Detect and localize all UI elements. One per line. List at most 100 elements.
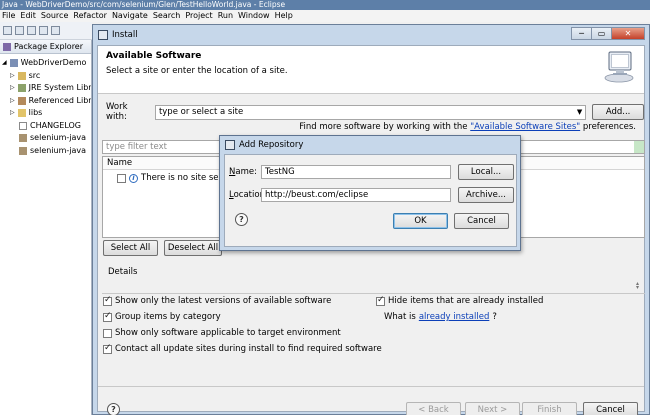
menu-source[interactable]: Source — [41, 10, 73, 22]
tree-item-changelog[interactable]: CHANGELOG — [0, 120, 91, 133]
name-label-rest: ame: — [235, 167, 257, 177]
option-latest-versions[interactable]: Show only the latest versions of availab… — [103, 295, 332, 306]
package-explorer: Package Explorer ◢ WebDriverDemo ▷ src ▷… — [0, 40, 92, 415]
option-hide-installed[interactable]: Hide items that are already installed — [376, 295, 544, 306]
tree-item-referenced[interactable]: ▷ Referenced Libraries — [0, 95, 91, 108]
add-site-button[interactable]: Add... — [592, 104, 644, 120]
clear-filter-icon[interactable] — [634, 141, 644, 153]
menu-search[interactable]: Search — [153, 10, 185, 22]
find-more-suffix: preferences. — [580, 122, 636, 132]
window-controls: ─ ▭ ✕ — [571, 27, 645, 40]
select-all-button[interactable]: Select All — [103, 240, 158, 256]
menu-run[interactable]: Run — [218, 10, 238, 22]
save-all-icon[interactable] — [27, 26, 36, 35]
details-area: ▴ ▾ — [102, 279, 645, 293]
option-applicable-only[interactable]: Show only software applicable to target … — [103, 328, 341, 338]
local-button[interactable]: Local... — [458, 164, 514, 180]
tree-item-src[interactable]: ▷ src — [0, 70, 91, 83]
tools-icon[interactable] — [51, 26, 60, 35]
option-label: Hide items that are already installed — [388, 296, 544, 306]
hide-installed-checkbox[interactable] — [376, 295, 385, 306]
details-scroll-icon[interactable]: ▴ ▾ — [636, 281, 642, 291]
banner-title: Available Software — [106, 51, 202, 61]
package-explorer-header: Package Explorer — [0, 40, 91, 54]
contact-update-sites-checkbox[interactable] — [103, 343, 112, 354]
tree-item-libs[interactable]: ▷ libs — [0, 107, 91, 120]
option-label: Show only the latest versions of availab… — [115, 296, 332, 306]
collapse-arrow-icon[interactable]: ◢ — [2, 57, 7, 70]
project-icon — [9, 59, 18, 68]
save-icon[interactable] — [15, 26, 24, 35]
expand-arrow-icon[interactable]: ▷ — [10, 82, 15, 95]
menu-project[interactable]: Project — [185, 10, 217, 22]
tree-item-label: src — [28, 70, 41, 80]
expand-arrow-icon[interactable]: ▷ — [10, 70, 15, 83]
help-icon[interactable]: ? — [107, 403, 120, 415]
eclipse-menu-bar: File Edit Source Refactor Navigate Searc… — [0, 10, 650, 22]
jar-icon — [19, 146, 27, 155]
package-folder-icon — [17, 71, 26, 80]
selection-buttons: Select All Deselect All — [103, 240, 222, 256]
work-with-combo[interactable]: type or select a site ▼ — [154, 104, 587, 120]
tree-item-selenium-1[interactable]: selenium-java — [0, 132, 91, 145]
file-icon — [19, 121, 27, 130]
cancel-button[interactable]: Cancel — [454, 213, 509, 229]
menu-navigate[interactable]: Navigate — [112, 10, 153, 22]
cancel-button[interactable]: Cancel — [583, 402, 638, 415]
expand-arrow-icon[interactable]: ▷ — [10, 107, 15, 120]
package-explorer-title[interactable]: Package Explorer — [14, 42, 83, 51]
tree-item-jre[interactable]: ▷ JRE System Library — [0, 82, 91, 95]
work-with-value: type or select a site — [158, 106, 244, 117]
name-field[interactable]: TestNG — [261, 165, 451, 179]
menu-file[interactable]: File — [2, 10, 20, 22]
tree-item-label: selenium-java — [30, 133, 87, 142]
folder-icon — [17, 109, 26, 118]
maximize-button[interactable]: ▭ — [591, 27, 612, 40]
eclipse-toolbar — [0, 22, 92, 40]
menu-window[interactable]: Window — [238, 10, 275, 22]
find-more-text: Find more software by working with the "… — [299, 122, 636, 132]
add-repository-body: Name: TestNG Local... Location: http://b… — [224, 154, 517, 247]
applicable-only-checkbox[interactable] — [103, 328, 112, 338]
minimize-button[interactable]: ─ — [571, 27, 592, 40]
menu-help[interactable]: Help — [275, 10, 298, 22]
location-field[interactable]: http://beust.com/eclipse — [261, 188, 451, 202]
help-icon[interactable]: ? — [235, 213, 248, 226]
what-is-suffix: ? — [492, 312, 497, 322]
find-more-prefix: Find more software by working with the — [299, 122, 471, 132]
ok-button[interactable]: OK — [393, 213, 448, 229]
row-checkbox[interactable] — [117, 173, 126, 183]
menu-edit[interactable]: Edit — [20, 10, 41, 22]
eclipse-window-icon — [225, 140, 235, 150]
option-contact-update-sites[interactable]: Contact all update sites during install … — [103, 343, 382, 354]
what-is-prefix: What is — [384, 312, 416, 322]
option-group-by-category[interactable]: Group items by category — [103, 311, 221, 322]
available-software-sites-link[interactable]: "Available Software Sites" — [470, 122, 580, 132]
archive-button[interactable]: Archive... — [458, 187, 514, 203]
close-button[interactable]: ✕ — [611, 27, 645, 40]
library-icon — [17, 84, 26, 93]
next-button[interactable]: Next > — [465, 402, 520, 415]
minimize-icon: ─ — [579, 29, 584, 38]
menu-refactor[interactable]: Refactor — [73, 10, 112, 22]
deselect-all-button[interactable]: Deselect All — [164, 240, 222, 256]
name-label: Name: — [229, 167, 257, 177]
dropdown-arrow-icon[interactable]: ▼ — [577, 106, 582, 119]
work-with-row: Work with: type or select a site ▼ Add..… — [106, 102, 644, 122]
new-icon[interactable] — [3, 26, 12, 35]
option-label: Group items by category — [115, 312, 221, 322]
latest-versions-checkbox[interactable] — [103, 295, 112, 306]
print-icon[interactable] — [39, 26, 48, 35]
tree-item-selenium-2[interactable]: selenium-java — [0, 145, 91, 158]
install-wizard-icon — [604, 51, 634, 83]
finish-button[interactable]: Finish — [522, 402, 577, 415]
tree-item-project[interactable]: ◢ WebDriverDemo — [0, 57, 91, 70]
back-button[interactable]: < Back — [406, 402, 461, 415]
expand-arrow-icon[interactable]: ▷ — [10, 95, 15, 108]
banner-subtitle: Select a site or enter the location of a… — [106, 66, 288, 76]
install-banner: Available Software Select a site or ente… — [98, 46, 644, 94]
group-by-category-checkbox[interactable] — [103, 311, 112, 322]
work-with-label: Work with: — [106, 102, 128, 122]
jar-icon — [19, 134, 27, 143]
already-installed-link[interactable]: already installed — [419, 312, 490, 322]
